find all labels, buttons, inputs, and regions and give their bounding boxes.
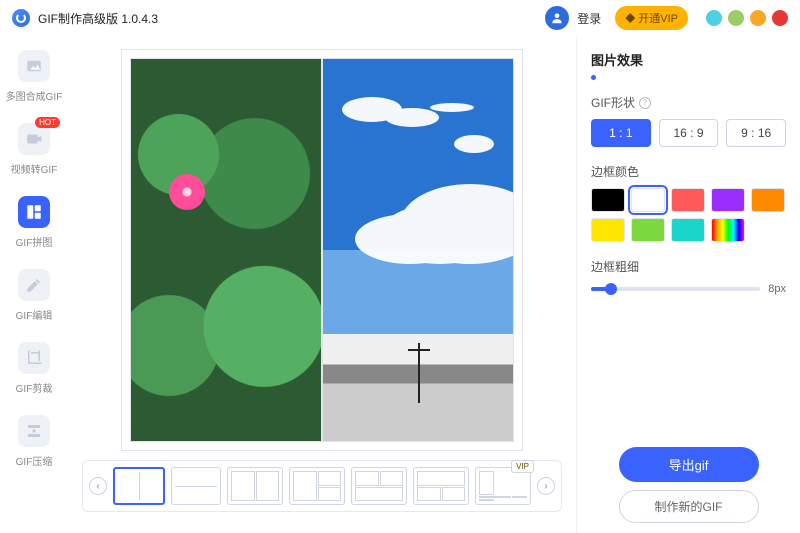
nav-collage[interactable]: GIF拼图 bbox=[4, 196, 64, 249]
color-black[interactable] bbox=[591, 188, 625, 212]
nav-edit[interactable]: GIF编辑 bbox=[4, 269, 64, 322]
panel-title: 图片效果 bbox=[591, 50, 786, 69]
layout-prev-button[interactable]: ‹ bbox=[89, 477, 107, 495]
image-icon bbox=[18, 50, 50, 82]
lotus-flower bbox=[169, 174, 205, 210]
nav-label: GIF拼图 bbox=[16, 234, 53, 249]
nav-label: GIF压缩 bbox=[16, 453, 53, 468]
layout-option-5[interactable] bbox=[351, 467, 407, 505]
color-green[interactable] bbox=[631, 218, 665, 242]
nav-crop[interactable]: GIF剪裁 bbox=[4, 342, 64, 395]
accent-dot bbox=[591, 75, 596, 80]
vip-label: 开通VIP bbox=[638, 10, 678, 26]
color-yellow[interactable] bbox=[591, 218, 625, 242]
layout-option-6[interactable] bbox=[413, 467, 469, 505]
maximize-icon[interactable] bbox=[750, 10, 766, 26]
slider-thumb[interactable] bbox=[605, 283, 617, 295]
canvas-area: ‹ VIP › bbox=[68, 36, 576, 533]
collage-icon bbox=[18, 196, 50, 228]
close-icon[interactable] bbox=[772, 10, 788, 26]
export-gif-button[interactable]: 导出gif bbox=[619, 447, 759, 482]
nav-video[interactable]: HOT 视频转GIF bbox=[4, 123, 64, 176]
layout-option-3[interactable] bbox=[227, 467, 283, 505]
color-red[interactable] bbox=[671, 188, 705, 212]
hot-badge: HOT bbox=[35, 117, 60, 128]
ratio-1-1[interactable]: 1 : 1 bbox=[591, 119, 651, 147]
ratio-9-16[interactable]: 9 : 16 bbox=[726, 119, 786, 147]
image-slot-2[interactable] bbox=[322, 58, 514, 442]
thickness-value: 8px bbox=[768, 283, 786, 295]
color-custom[interactable] bbox=[711, 218, 745, 242]
login-button[interactable]: 登录 bbox=[577, 10, 601, 27]
crop-icon bbox=[18, 342, 50, 374]
color-white[interactable] bbox=[631, 188, 665, 212]
nav-multi-image[interactable]: 多图合成GIF bbox=[4, 50, 64, 103]
pole bbox=[418, 343, 420, 403]
nav-label: 多图合成GIF bbox=[6, 88, 63, 103]
nav-label: 视频转GIF bbox=[11, 161, 58, 176]
nav-compress[interactable]: GIF压缩 bbox=[4, 415, 64, 468]
app-title: GIF制作高级版 1.0.4.3 bbox=[38, 10, 158, 27]
color-swatches bbox=[591, 188, 786, 242]
color-purple[interactable] bbox=[711, 188, 745, 212]
color-orange[interactable] bbox=[751, 188, 785, 212]
layout-option-4[interactable] bbox=[289, 467, 345, 505]
right-panel: 图片效果 GIF形状? 1 : 1 16 : 9 9 : 16 边框颜色 边框粗… bbox=[576, 36, 800, 533]
thickness-label: 边框粗细 bbox=[591, 258, 786, 275]
layout-option-1[interactable] bbox=[113, 467, 165, 505]
cloud bbox=[380, 204, 500, 264]
nav-label: GIF剪裁 bbox=[16, 380, 53, 395]
nav-label: GIF编辑 bbox=[16, 307, 53, 322]
sidebar: 多图合成GIF HOT 视频转GIF GIF拼图 GIF编辑 GIF剪裁 GIF… bbox=[0, 36, 68, 533]
shape-label: GIF形状 bbox=[591, 94, 635, 111]
color-teal[interactable] bbox=[671, 218, 705, 242]
compress-icon bbox=[18, 415, 50, 447]
thickness-slider[interactable] bbox=[591, 287, 760, 291]
preview-canvas[interactable] bbox=[122, 50, 522, 450]
avatar-icon[interactable] bbox=[545, 6, 569, 30]
help-icon[interactable]: ? bbox=[639, 97, 651, 109]
layout-picker: ‹ VIP › bbox=[82, 460, 562, 512]
layout-option-7[interactable]: VIP bbox=[475, 467, 531, 505]
diamond-icon bbox=[625, 13, 635, 23]
border-color-label: 边框颜色 bbox=[591, 163, 786, 180]
layout-option-2[interactable] bbox=[171, 467, 221, 505]
minimize-icon[interactable] bbox=[728, 10, 744, 26]
app-logo-icon bbox=[12, 9, 30, 27]
pencil-icon bbox=[18, 269, 50, 301]
layout-next-button[interactable]: › bbox=[537, 477, 555, 495]
image-slot-1[interactable] bbox=[130, 58, 322, 442]
lotus-image bbox=[131, 59, 321, 441]
vip-tag: VIP bbox=[511, 460, 534, 473]
skin-icon[interactable] bbox=[706, 10, 722, 26]
make-new-gif-button[interactable]: 制作新的GIF bbox=[619, 490, 759, 523]
ratio-16-9[interactable]: 16 : 9 bbox=[659, 119, 719, 147]
open-vip-button[interactable]: 开通VIP bbox=[615, 6, 688, 30]
